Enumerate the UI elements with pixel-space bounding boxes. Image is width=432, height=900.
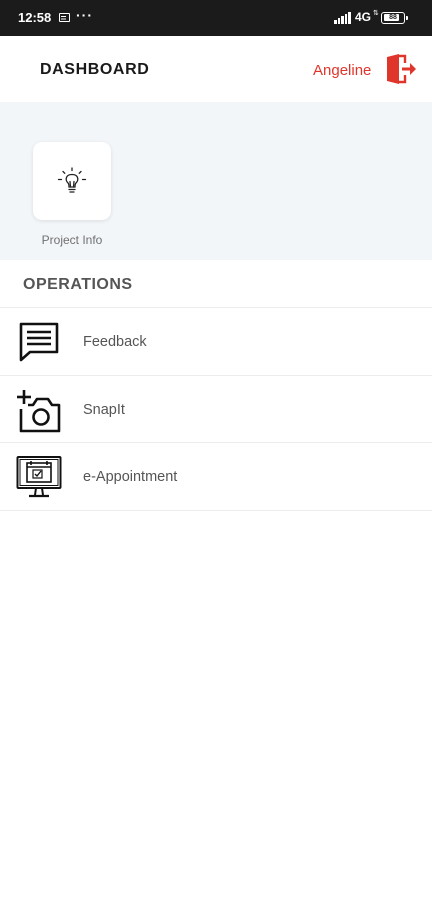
- page-title: DASHBOARD: [40, 61, 150, 78]
- operation-item-feedback[interactable]: Feedback: [0, 308, 432, 376]
- operation-item-e-appointment[interactable]: e-Appointment: [0, 443, 432, 511]
- dashboard-tiles: Project Info: [0, 102, 432, 260]
- more-notifications-indicator: ···: [76, 7, 93, 23]
- message-notification-icon: [59, 13, 70, 22]
- data-activity-icon: ⇅: [373, 10, 379, 17]
- lightbulb-icon: [57, 167, 87, 193]
- add-camera-icon: [17, 389, 61, 432]
- network-type: 4G: [355, 10, 372, 24]
- operations-list: Feedback SnapIt e-Appointment: [0, 307, 432, 511]
- operation-label-snapit: SnapIt: [83, 401, 125, 418]
- tile-label-project-info: Project Info: [41, 233, 103, 247]
- section-title-operations: OPERATIONS: [23, 276, 133, 293]
- operation-item-snapit[interactable]: SnapIt: [0, 376, 432, 443]
- battery-icon: 88: [381, 12, 408, 24]
- monitor-calendar-icon: [16, 456, 62, 498]
- logout-button[interactable]: [385, 54, 417, 84]
- battery-percent: 88: [389, 14, 397, 21]
- operation-label-e-appointment: e-Appointment: [83, 469, 178, 485]
- operation-label-feedback: Feedback: [83, 334, 147, 350]
- signal-strength-icon: [334, 12, 351, 24]
- user-name: Angeline: [313, 62, 372, 79]
- app-header: DASHBOARD Angeline: [0, 36, 432, 102]
- tile-project-info[interactable]: [33, 142, 111, 220]
- chat-bubble-icon: [19, 322, 59, 362]
- status-bar: 12:58 ··· 4G ⇅ 88: [0, 0, 432, 36]
- logout-door-icon: [387, 54, 416, 84]
- status-time: 12:58: [18, 10, 52, 25]
